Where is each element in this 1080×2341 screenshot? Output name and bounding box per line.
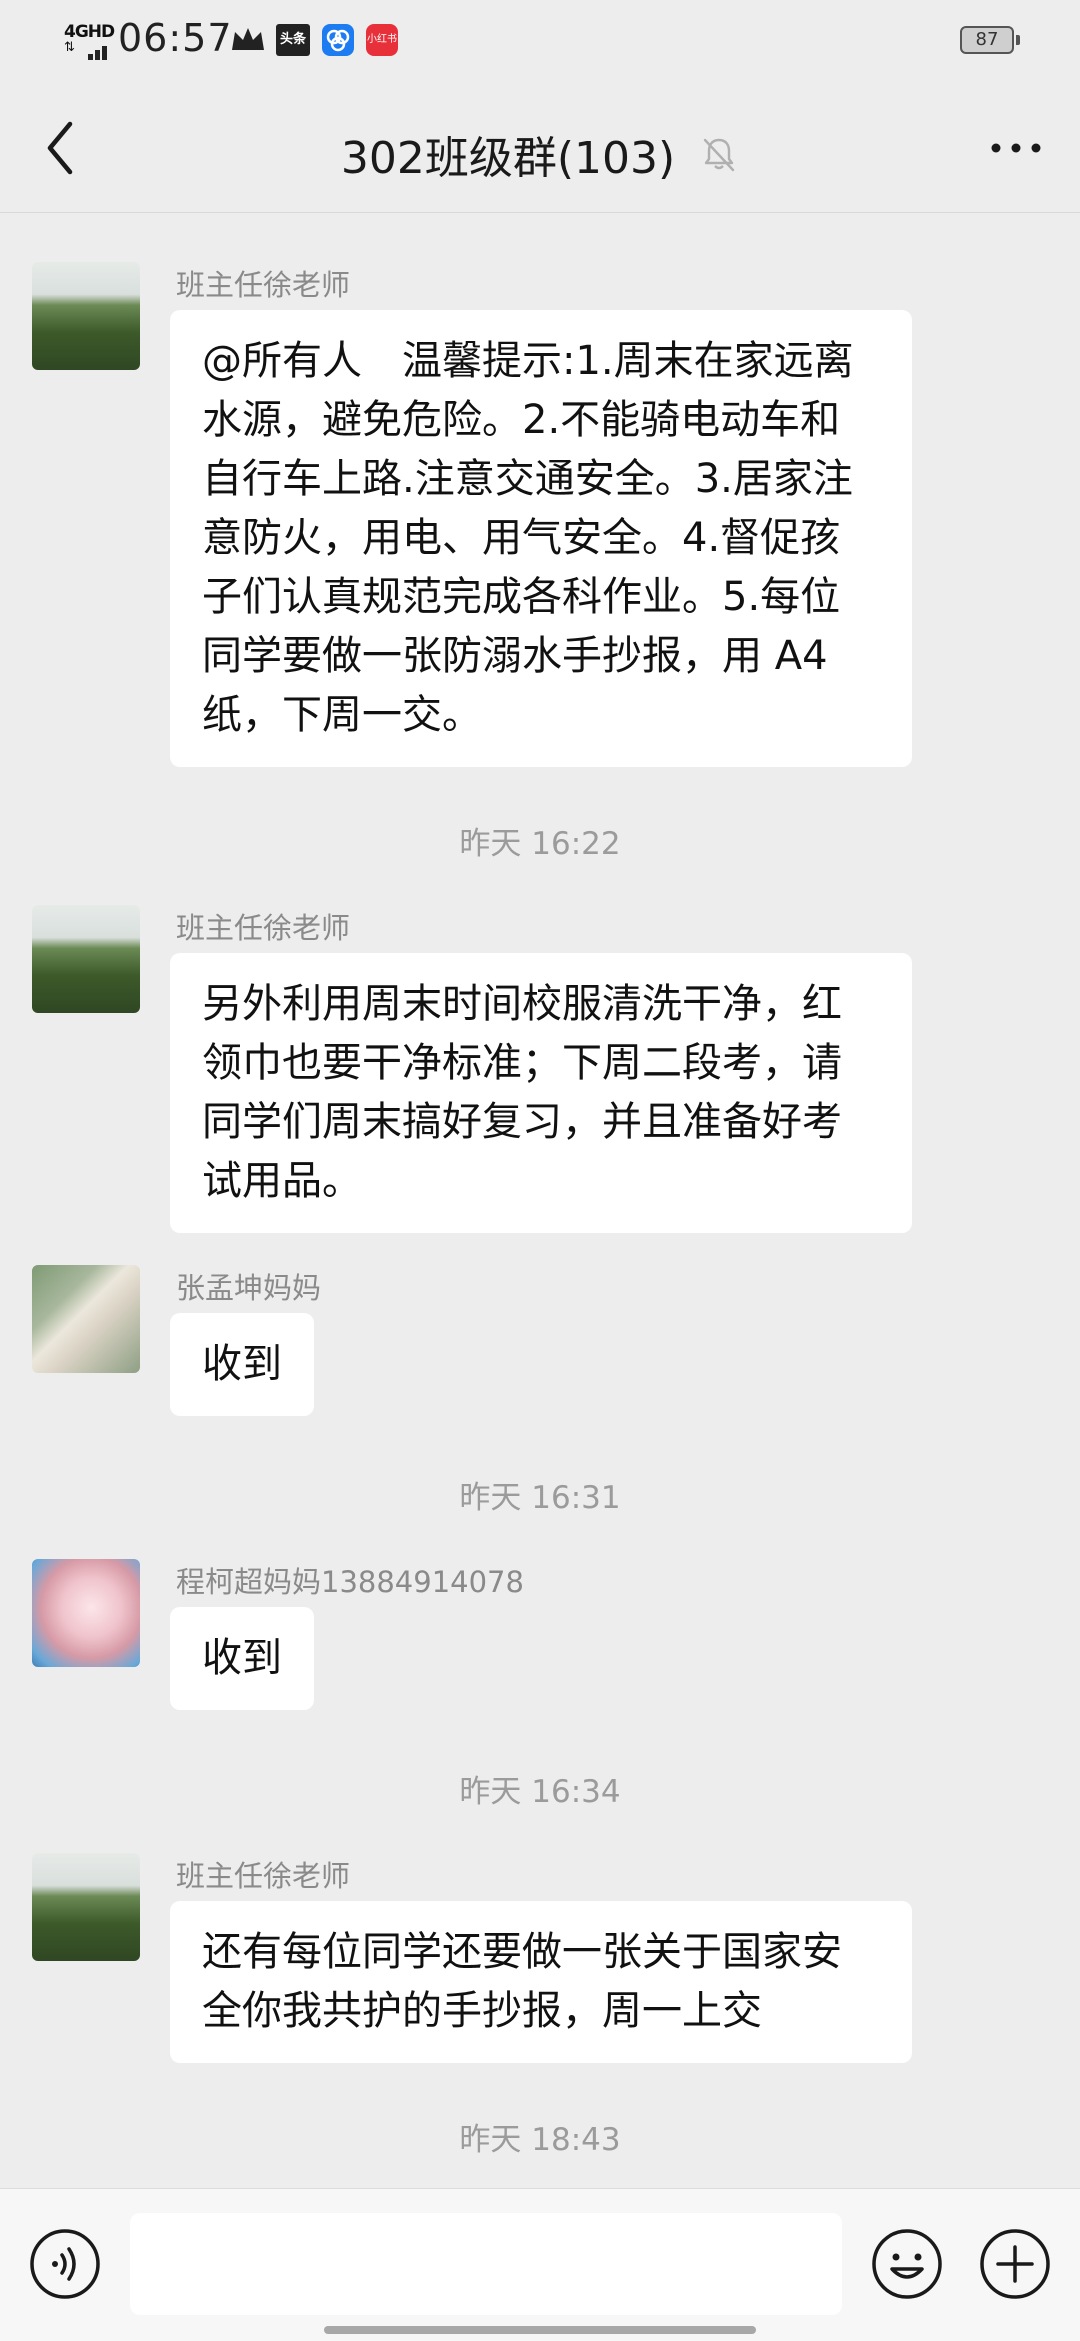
bell-off-icon xyxy=(703,138,735,172)
battery-level: 87 xyxy=(975,29,999,50)
message-bubble[interactable]: 收到 xyxy=(170,1607,314,1710)
message-input[interactable] xyxy=(130,2213,842,2315)
home-indicator[interactable] xyxy=(324,2326,756,2334)
plus-icon[interactable] xyxy=(978,2227,1052,2301)
sender-name: 班主任徐老师 xyxy=(176,911,351,945)
crown-icon xyxy=(232,28,264,50)
signal-bars-icon xyxy=(80,44,110,60)
avatar[interactable] xyxy=(32,1853,140,1961)
more-dots-icon[interactable] xyxy=(976,108,1056,188)
avatar[interactable] xyxy=(32,1559,140,1667)
emoji-icon[interactable] xyxy=(870,2227,944,2301)
message-bubble[interactable]: 收到 xyxy=(170,1313,314,1416)
avatar[interactable] xyxy=(32,1265,140,1373)
sender-name: 班主任徐老师 xyxy=(176,268,351,302)
voice-icon[interactable] xyxy=(28,2227,102,2301)
message-bubble[interactable]: @所有人 温馨提示:1.周末在家远离水源，避免危险。2.不能骑电动车和自行车上路… xyxy=(170,310,912,767)
network-type: 4GHD xyxy=(64,22,115,42)
sender-name: 张孟坤妈妈 xyxy=(176,1271,322,1305)
app-ring-icon xyxy=(322,24,354,56)
message-timestamp: 昨天 16:34 xyxy=(459,1774,621,1810)
sender-name: 程柯超妈妈13884914078 xyxy=(176,1565,524,1599)
status-bar: 4GHD ⇅ 06:57 头条 小红书 87 xyxy=(0,0,1080,84)
toutiao-app-icon: 头条 xyxy=(276,24,310,56)
input-bar xyxy=(0,2188,1080,2341)
network-indicator: 4GHD ⇅ xyxy=(62,22,115,60)
avatar[interactable] xyxy=(32,262,140,370)
message-timestamp: 昨天 16:31 xyxy=(459,1480,621,1516)
xiaohongshu-app-icon: 小红书 xyxy=(366,24,398,56)
message-bubble[interactable]: 还有每位同学还要做一张关于国家安全你我共护的手抄报，周一上交 xyxy=(170,1901,912,2063)
chat-title: 302班级群(103) xyxy=(340,133,676,184)
sender-name: 班主任徐老师 xyxy=(176,1859,351,1893)
message-timestamp: 昨天 16:22 xyxy=(459,826,621,862)
battery-icon: 87 xyxy=(960,26,1020,54)
chat-header: 302班级群(103) xyxy=(0,84,1080,213)
data-arrows-icon: ⇅ xyxy=(64,40,75,55)
status-time: 06:57 xyxy=(118,16,233,60)
message-bubble[interactable]: 另外利用周末时间校服清洗干净，红领巾也要干净标准；下周二段考，请同学们周末搞好复… xyxy=(170,953,912,1233)
avatar[interactable] xyxy=(32,905,140,1013)
message-timestamp: 昨天 18:43 xyxy=(459,2122,621,2158)
